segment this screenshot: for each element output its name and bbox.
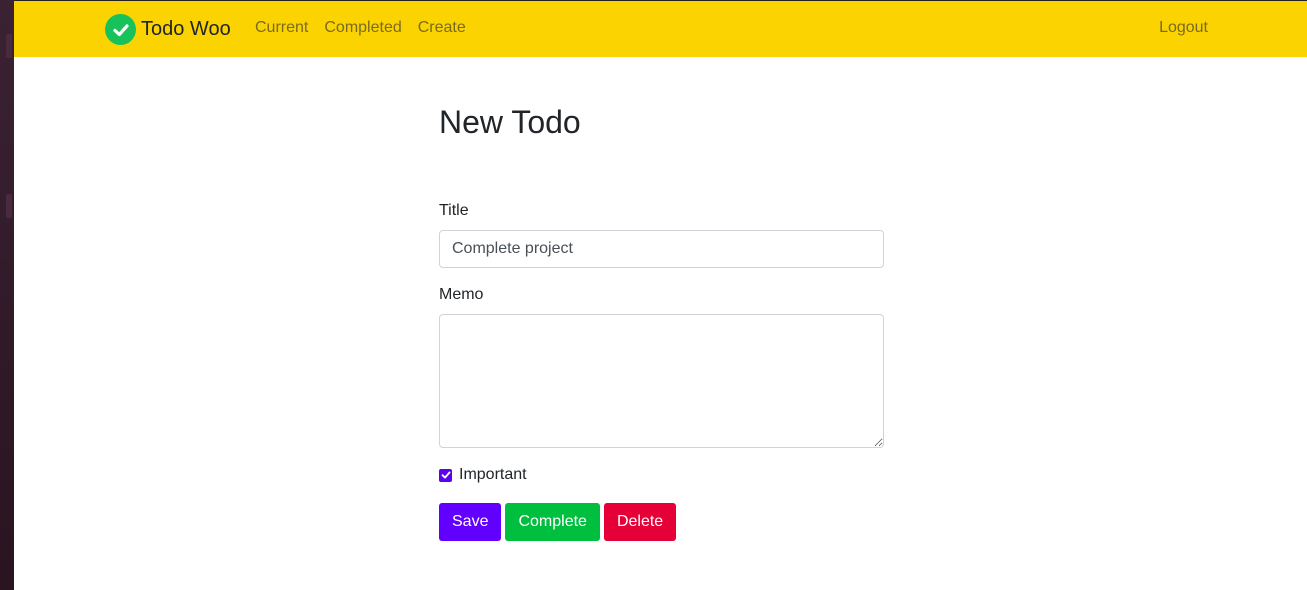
delete-button[interactable]: Delete [603,503,677,541]
title-input[interactable] [439,230,884,268]
title-label: Title [439,202,469,219]
brand-link[interactable]: Todo Woo [105,14,231,45]
form-buttons: Save Complete Delete [439,503,884,541]
desktop-edge [0,0,14,590]
save-button[interactable]: Save [439,503,502,541]
checkmark-icon [441,471,450,479]
navbar: Todo Woo Current Completed Create Logout [14,0,1307,57]
nav-link-current[interactable]: Current [255,19,308,37]
memo-textarea[interactable] [439,314,884,448]
nav-link-completed[interactable]: Completed [324,19,401,37]
logout-link[interactable]: Logout [1159,19,1208,37]
complete-button[interactable]: Complete [505,503,600,541]
important-label[interactable]: Important [459,466,527,484]
memo-label: Memo [439,286,484,303]
browser-window: Todo Woo Current Completed Create Logout… [14,0,1307,590]
important-checkbox[interactable] [439,468,452,482]
nav-link-create[interactable]: Create [418,19,466,37]
page-title: New Todo [439,104,581,140]
desktop-dock-item [6,34,12,58]
nav-links: Current Completed Create [255,19,482,37]
important-row: Important [439,466,884,484]
todo-form: New Todo Title Memo Important Save Compl… [439,104,884,541]
check-circle-icon [105,14,136,45]
brand-name: Todo Woo [141,18,231,40]
desktop-dock-item [6,194,12,218]
